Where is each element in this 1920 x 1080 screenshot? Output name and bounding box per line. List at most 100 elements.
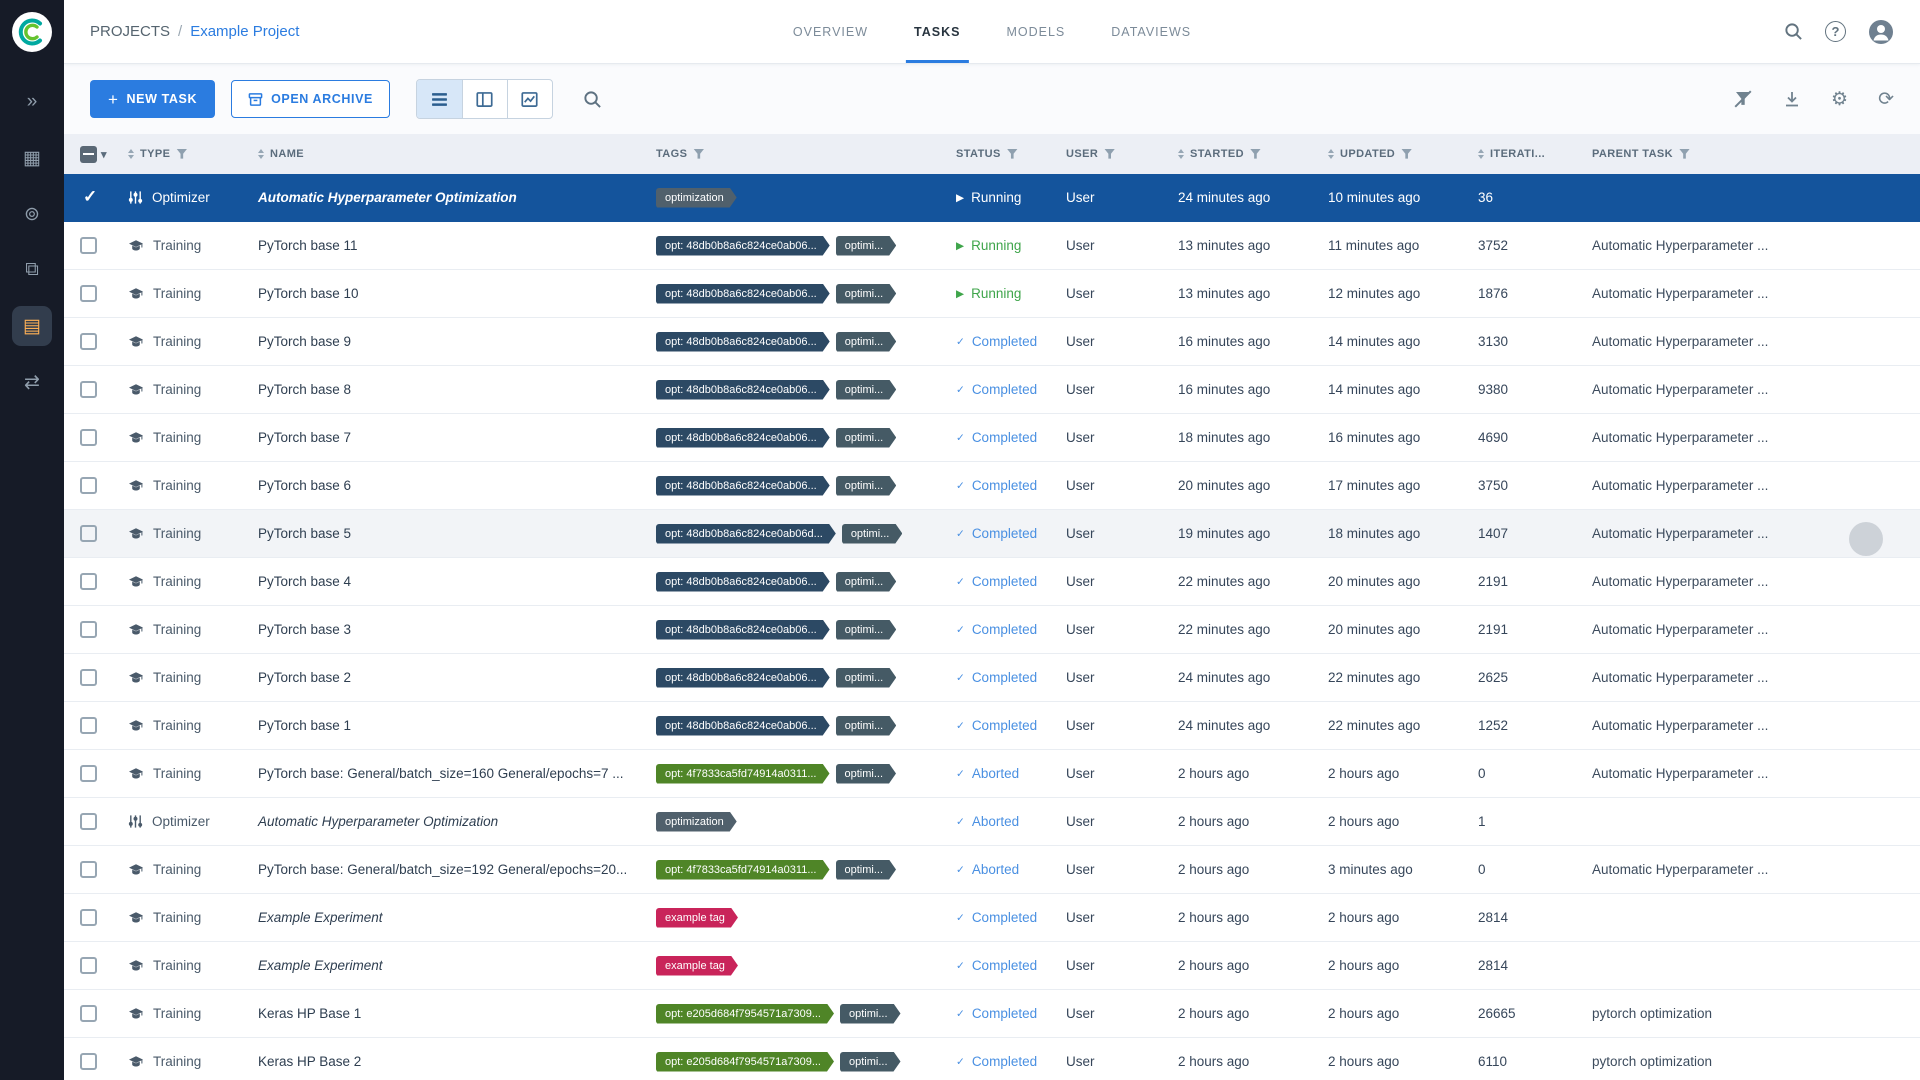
task-name[interactable]: Automatic Hyperparameter Optimization bbox=[250, 190, 648, 205]
clear-filters-icon[interactable] bbox=[1733, 89, 1753, 109]
task-name[interactable]: Keras HP Base 1 bbox=[250, 1006, 648, 1021]
cell-parent-task[interactable]: Automatic Hyperparameter ... bbox=[1584, 334, 1920, 349]
table-view-button[interactable] bbox=[417, 80, 462, 118]
table-row[interactable]: Training PyTorch base 3 opt: 48db0b8a6c8… bbox=[64, 606, 1920, 654]
open-archive-button[interactable]: OPEN ARCHIVE bbox=[231, 80, 390, 118]
user-avatar[interactable] bbox=[1868, 19, 1894, 45]
cell-parent-task[interactable]: Automatic Hyperparameter ... bbox=[1584, 238, 1920, 253]
filter-icon[interactable] bbox=[1679, 149, 1690, 160]
table-row[interactable]: Training PyTorch base 11 opt: 48db0b8a6c… bbox=[64, 222, 1920, 270]
task-name[interactable]: PyTorch base: General/batch_size=160 Gen… bbox=[250, 766, 648, 781]
sort-icon[interactable] bbox=[128, 149, 134, 159]
row-checkbox[interactable] bbox=[80, 957, 97, 974]
sort-icon[interactable] bbox=[258, 149, 264, 159]
cell-parent-task[interactable]: pytorch optimization bbox=[1584, 1054, 1920, 1069]
column-header-started[interactable]: STARTED bbox=[1170, 148, 1320, 160]
cell-parent-task[interactable]: Automatic Hyperparameter ... bbox=[1584, 670, 1920, 685]
compare-chart-view-button[interactable] bbox=[507, 80, 552, 118]
row-checkbox[interactable] bbox=[80, 237, 97, 254]
task-name[interactable]: PyTorch base 5 bbox=[250, 526, 648, 541]
table-row[interactable]: Training PyTorch base 2 opt: 48db0b8a6c8… bbox=[64, 654, 1920, 702]
new-task-button[interactable]: + NEW TASK bbox=[90, 80, 215, 118]
row-checkbox[interactable] bbox=[80, 717, 97, 734]
table-row[interactable]: Training PyTorch base 8 opt: 48db0b8a6c8… bbox=[64, 366, 1920, 414]
cell-parent-task[interactable]: Automatic Hyperparameter ... bbox=[1584, 286, 1920, 301]
task-name[interactable]: Keras HP Base 2 bbox=[250, 1054, 648, 1069]
row-checkbox[interactable] bbox=[80, 189, 97, 206]
sort-icon[interactable] bbox=[1178, 149, 1184, 159]
cell-parent-task[interactable]: Automatic Hyperparameter ... bbox=[1584, 430, 1920, 445]
column-header-status[interactable]: STATUS bbox=[948, 148, 1058, 160]
column-header-tags[interactable]: TAGS bbox=[648, 148, 948, 160]
task-name[interactable]: Automatic Hyperparameter Optimization bbox=[250, 814, 648, 829]
task-name[interactable]: PyTorch base 8 bbox=[250, 382, 648, 397]
table-row[interactable]: Training Keras HP Base 2 opt: e205d684f7… bbox=[64, 1038, 1920, 1080]
column-header-updated[interactable]: UPDATED bbox=[1320, 148, 1470, 160]
cell-parent-task[interactable]: Automatic Hyperparameter ... bbox=[1584, 862, 1920, 877]
table-row[interactable]: Training PyTorch base 9 opt: 48db0b8a6c8… bbox=[64, 318, 1920, 366]
cell-parent-task[interactable]: Automatic Hyperparameter ... bbox=[1584, 766, 1920, 781]
table-row[interactable]: Training Example Experiment example tag … bbox=[64, 894, 1920, 942]
filter-icon[interactable] bbox=[693, 149, 704, 160]
sort-icon[interactable] bbox=[1478, 149, 1484, 159]
download-icon[interactable] bbox=[1783, 90, 1801, 108]
task-name[interactable]: PyTorch base 6 bbox=[250, 478, 648, 493]
filter-icon[interactable] bbox=[1007, 149, 1018, 160]
task-name[interactable]: PyTorch base 2 bbox=[250, 670, 648, 685]
cell-parent-task[interactable]: Automatic Hyperparameter ... bbox=[1584, 622, 1920, 637]
table-row[interactable]: Training PyTorch base 6 opt: 48db0b8a6c8… bbox=[64, 462, 1920, 510]
table-row[interactable]: Training PyTorch base 10 opt: 48db0b8a6c… bbox=[64, 270, 1920, 318]
row-checkbox[interactable] bbox=[80, 1053, 97, 1070]
workers-queues-icon[interactable]: ⇄ bbox=[12, 362, 52, 402]
auto-refresh-icon[interactable]: ⟳ bbox=[1878, 90, 1894, 109]
column-header-parent[interactable]: PARENT TASK bbox=[1584, 148, 1920, 160]
tab-tasks[interactable]: TASKS bbox=[914, 0, 960, 63]
cell-parent-task[interactable]: pytorch optimization bbox=[1584, 1006, 1920, 1021]
task-name[interactable]: PyTorch base 11 bbox=[250, 238, 648, 253]
table-row[interactable]: Training PyTorch base: General/batch_siz… bbox=[64, 750, 1920, 798]
column-header-select[interactable]: ▾ bbox=[64, 146, 120, 163]
task-name[interactable]: PyTorch base 7 bbox=[250, 430, 648, 445]
task-name[interactable]: PyTorch base 4 bbox=[250, 574, 648, 589]
select-all-checkbox[interactable] bbox=[80, 146, 97, 163]
getting-started-icon[interactable]: » bbox=[12, 82, 52, 122]
table-row[interactable]: Training PyTorch base 5 opt: 48db0b8a6c8… bbox=[64, 510, 1920, 558]
column-header-iteration[interactable]: ITERATI... bbox=[1470, 148, 1584, 160]
datasets-icon[interactable]: ▦ bbox=[12, 138, 52, 178]
cell-parent-task[interactable]: Automatic Hyperparameter ... bbox=[1584, 478, 1920, 493]
settings-gear-icon[interactable]: ⚙ bbox=[1831, 90, 1848, 109]
chevron-down-icon[interactable]: ▾ bbox=[101, 148, 107, 161]
row-checkbox[interactable] bbox=[80, 429, 97, 446]
column-header-user[interactable]: USER bbox=[1058, 148, 1170, 160]
reports-icon[interactable]: ⊚ bbox=[12, 194, 52, 234]
task-name[interactable]: Example Experiment bbox=[250, 958, 648, 973]
table-row[interactable]: Training PyTorch base 1 opt: 48db0b8a6c8… bbox=[64, 702, 1920, 750]
row-checkbox[interactable] bbox=[80, 477, 97, 494]
row-checkbox[interactable] bbox=[80, 381, 97, 398]
clearml-logo[interactable] bbox=[12, 12, 52, 52]
table-row[interactable]: Training Example Experiment example tag … bbox=[64, 942, 1920, 990]
row-checkbox[interactable] bbox=[80, 573, 97, 590]
row-checkbox[interactable] bbox=[80, 621, 97, 638]
table-row[interactable]: Training Keras HP Base 1 opt: e205d684f7… bbox=[64, 990, 1920, 1038]
row-checkbox[interactable] bbox=[80, 861, 97, 878]
task-name[interactable]: PyTorch base 9 bbox=[250, 334, 648, 349]
filter-icon[interactable] bbox=[1401, 149, 1412, 160]
table-row[interactable]: Training PyTorch base 7 opt: 48db0b8a6c8… bbox=[64, 414, 1920, 462]
column-header-name[interactable]: NAME bbox=[250, 148, 648, 160]
cell-parent-task[interactable]: Automatic Hyperparameter ... bbox=[1584, 574, 1920, 589]
row-checkbox[interactable] bbox=[80, 333, 97, 350]
filter-icon[interactable] bbox=[1250, 149, 1261, 160]
row-checkbox[interactable] bbox=[80, 765, 97, 782]
row-checkbox[interactable] bbox=[80, 909, 97, 926]
row-checkbox[interactable] bbox=[80, 525, 97, 542]
tab-models[interactable]: MODELS bbox=[1006, 0, 1065, 63]
filter-icon[interactable] bbox=[176, 149, 187, 160]
table-row[interactable]: Optimizer Automatic Hyperparameter Optim… bbox=[64, 174, 1920, 222]
column-header-type[interactable]: TYPE bbox=[120, 148, 250, 160]
cell-parent-task[interactable]: Automatic Hyperparameter ... bbox=[1584, 382, 1920, 397]
tab-dataviews[interactable]: DATAVIEWS bbox=[1111, 0, 1191, 63]
breadcrumb-root[interactable]: PROJECTS bbox=[90, 23, 170, 40]
row-checkbox[interactable] bbox=[80, 813, 97, 830]
breadcrumb-current[interactable]: Example Project bbox=[190, 23, 299, 40]
